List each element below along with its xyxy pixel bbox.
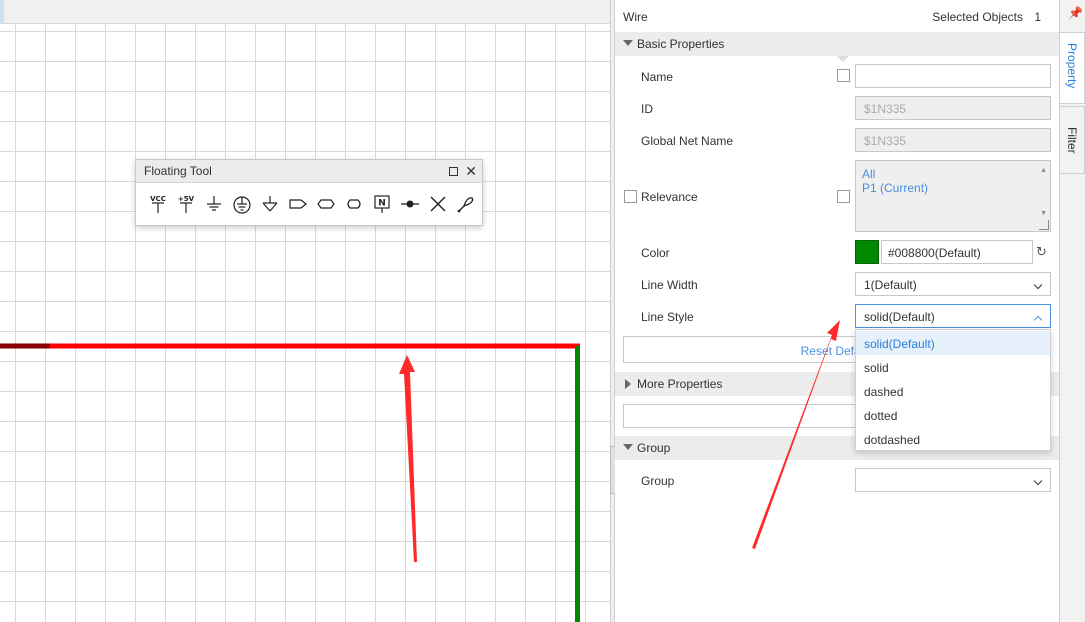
caret-down-icon	[623, 40, 633, 46]
property-panel: Wire Selected Objects 1 Basic Properties…	[615, 0, 1059, 622]
floating-tool-window[interactable]: Floating Tool ✕ VCC +5V N	[135, 159, 483, 226]
svg-text:N: N	[378, 199, 386, 209]
junction-icon[interactable]	[396, 191, 424, 217]
net-label-icon[interactable]: N	[368, 191, 396, 217]
line-style-dropdown[interactable]: solid(Default) solid dashed dotted dotda…	[855, 329, 1051, 451]
relevance-visible-checkbox[interactable]	[837, 190, 850, 203]
side-tab-bar: 📌 Property Filter	[1059, 0, 1085, 622]
group-section-label: Group	[637, 441, 671, 455]
tab-filter[interactable]: Filter	[1060, 106, 1085, 174]
tooltip-notch	[837, 56, 849, 62]
earth-ground-icon[interactable]	[228, 191, 256, 217]
dropdown-option[interactable]: solid(Default)	[856, 331, 1050, 355]
floating-toolbar: VCC +5V N	[144, 191, 480, 217]
basic-properties-header[interactable]: Basic Properties	[615, 32, 1059, 56]
chevron-down-icon	[1033, 476, 1043, 486]
line-width-value: 1(Default)	[864, 278, 917, 292]
color-input[interactable]: #008800(Default)	[881, 240, 1033, 264]
object-type-title: Wire	[623, 10, 648, 24]
basic-properties-label: Basic Properties	[637, 37, 725, 51]
more-properties-label: More Properties	[637, 377, 723, 391]
line-width-select[interactable]: 1(Default)	[855, 272, 1051, 296]
dropdown-option[interactable]: solid	[856, 355, 1050, 379]
svg-text:+5V: +5V	[178, 195, 195, 203]
no-connect-icon[interactable]	[424, 191, 452, 217]
name-input[interactable]	[855, 64, 1051, 88]
id-row: ID $1N335	[615, 96, 1059, 120]
relevance-item[interactable]: All	[862, 167, 1044, 181]
dropdown-option[interactable]: dotted	[856, 403, 1050, 427]
maximize-icon[interactable]	[449, 167, 458, 176]
color-swatch[interactable]	[855, 240, 879, 264]
refresh-icon[interactable]: ↻	[1036, 244, 1047, 260]
net-port-io-icon[interactable]	[340, 191, 368, 217]
global-net-field: $1N335	[855, 128, 1051, 152]
selected-objects-label: Selected Objects	[932, 10, 1023, 24]
id-field: $1N335	[855, 96, 1051, 120]
tab-filter-label: Filter	[1065, 127, 1079, 154]
relevance-item[interactable]: P1 (Current)	[862, 181, 1044, 195]
pin-icon[interactable]: 📌	[1068, 6, 1083, 20]
resize-grip-icon[interactable]	[1039, 220, 1049, 230]
color-label: Color	[641, 246, 670, 260]
vcc-icon[interactable]: VCC	[144, 191, 172, 217]
ground-icon[interactable]	[200, 191, 228, 217]
name-label: Name	[641, 70, 674, 84]
group-select[interactable]	[855, 468, 1051, 492]
line-width-label: Line Width	[641, 278, 698, 292]
analog-ground-icon[interactable]	[256, 191, 284, 217]
probe-icon[interactable]	[452, 191, 480, 217]
chevron-up-icon	[1033, 315, 1043, 325]
caret-right-icon	[625, 379, 631, 389]
canvas-top-bar	[0, 0, 610, 24]
relevance-label: Relevance	[641, 190, 698, 204]
svg-text:VCC: VCC	[150, 195, 166, 203]
name-row: Name	[615, 64, 1059, 88]
floating-tool-header[interactable]: Floating Tool ✕	[136, 160, 482, 183]
tab-property-label: Property	[1065, 43, 1079, 89]
scroll-up-icon[interactable]: ▲	[1040, 164, 1047, 178]
line-style-select[interactable]: solid(Default)	[855, 304, 1051, 328]
line-style-label: Line Style	[641, 310, 694, 324]
dropdown-option[interactable]: dashed	[856, 379, 1050, 403]
chevron-down-icon	[1033, 280, 1043, 290]
group-label: Group	[641, 474, 675, 488]
net-port-bidir-icon[interactable]	[312, 191, 340, 217]
relevance-list[interactable]: All P1 (Current) ▲ ▼	[855, 160, 1051, 232]
global-net-label: Global Net Name	[641, 134, 734, 148]
caret-down-icon	[623, 444, 633, 450]
net-port-right-icon[interactable]	[284, 191, 312, 217]
plus5v-icon[interactable]: +5V	[172, 191, 200, 217]
relevance-checkbox[interactable]	[624, 190, 637, 203]
panel-header: Wire Selected Objects 1	[615, 0, 1059, 32]
schematic-canvas[interactable]: Floating Tool ✕ VCC +5V N	[0, 0, 610, 622]
dropdown-option[interactable]: dotdashed	[856, 427, 1050, 451]
selected-objects-count: 1	[1034, 10, 1041, 24]
line-style-value: solid(Default)	[864, 310, 935, 324]
global-net-row: Global Net Name $1N335	[615, 128, 1059, 152]
tab-property[interactable]: Property	[1060, 32, 1085, 104]
name-visible-checkbox[interactable]	[837, 69, 850, 82]
id-label: ID	[641, 102, 653, 116]
floating-tool-title: Floating Tool	[144, 164, 212, 178]
scroll-down-icon[interactable]: ▼	[1040, 207, 1047, 221]
close-icon[interactable]: ✕	[465, 162, 477, 180]
